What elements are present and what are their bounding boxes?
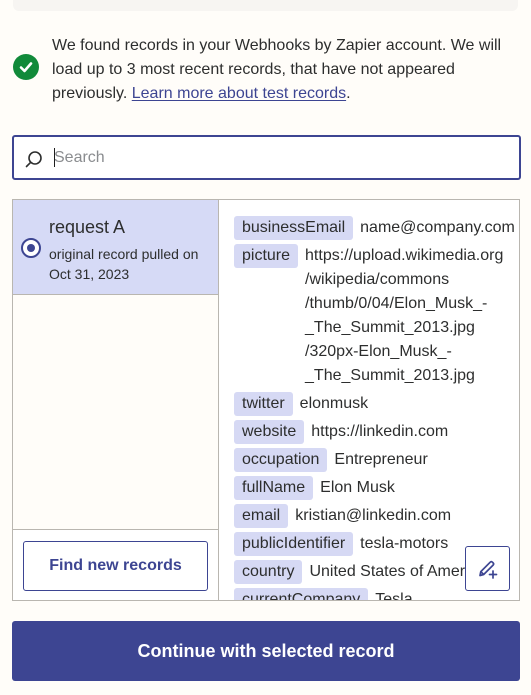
record-subtitle: original record pulled on Oct 31, 2023 <box>49 246 199 282</box>
search-icon <box>25 151 42 168</box>
notice-text: We found records in your Webhooks by Zap… <box>52 34 518 106</box>
field-key: occupation <box>234 448 328 472</box>
record-title: request A <box>49 217 126 237</box>
record-radio[interactable] <box>21 238 41 258</box>
field-key: publicIdentifier <box>234 532 354 556</box>
learn-more-link[interactable]: Learn more about test records <box>132 85 346 102</box>
field-value: Elon Musk <box>320 479 395 496</box>
field-row: occupation Entrepreneur <box>234 448 428 472</box>
field-key: fullName <box>234 476 314 500</box>
field-key: picture <box>234 244 299 268</box>
field-row: email kristian@linkedin.com <box>234 504 451 528</box>
record-details: businessEmail name@company.com picture h… <box>220 200 519 600</box>
field-value: https://upload.wikimedia.org /wikipedia/… <box>305 247 504 384</box>
record-item-request-a[interactable]: request A original record pulled on Oct … <box>13 200 218 295</box>
field-key: website <box>234 420 305 444</box>
field-key: twitter <box>234 392 293 416</box>
field-row: businessEmail name@company.com <box>234 216 515 240</box>
notice-trailing: . <box>346 85 351 102</box>
field-value: Tesla <box>375 591 413 600</box>
edit-record-button[interactable] <box>465 546 510 591</box>
search-box[interactable] <box>12 135 521 180</box>
search-input[interactable] <box>52 137 512 178</box>
records-found-notice: We found records in your Webhooks by Zap… <box>13 34 518 102</box>
find-new-records-button[interactable]: Find new records <box>23 541 208 591</box>
field-value: Entrepreneur <box>334 451 428 468</box>
field-row: country United States of America <box>234 560 486 584</box>
field-key: businessEmail <box>234 216 354 240</box>
records-footer: Find new records <box>13 529 218 600</box>
continue-with-selected-record-button[interactable]: Continue with selected record <box>12 621 520 681</box>
field-key: currentCompany <box>234 588 369 600</box>
top-strip <box>13 0 518 11</box>
radio-selected-dot <box>27 244 35 252</box>
field-row: fullName Elon Musk <box>234 476 395 500</box>
field-value: kristian@linkedin.com <box>295 507 452 524</box>
record-picker-panel: request A original record pulled on Oct … <box>12 199 520 601</box>
field-row: currentCompany Tesla <box>234 588 413 600</box>
field-row: picture https://upload.wikimedia.org /wi… <box>234 244 503 388</box>
field-row: publicIdentifier tesla-motors <box>234 532 448 556</box>
field-value: https://linkedin.com <box>311 423 449 440</box>
check-circle-icon <box>13 54 39 80</box>
field-row: twitter elonmusk <box>234 392 368 416</box>
records-list: request A original record pulled on Oct … <box>13 200 219 600</box>
field-key: email <box>234 504 289 528</box>
text-caret <box>54 148 55 167</box>
field-key: country <box>234 560 303 584</box>
field-value: name@company.com <box>360 219 515 236</box>
field-value: United States of America <box>309 563 486 580</box>
field-value: tesla-motors <box>360 535 449 552</box>
edit-pencil-plus-icon <box>478 560 497 579</box>
field-value: elonmusk <box>299 395 369 412</box>
field-row: website https://linkedin.com <box>234 420 448 444</box>
